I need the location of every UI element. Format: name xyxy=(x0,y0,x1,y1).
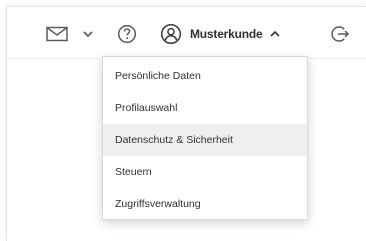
menu-item-profilauswahl[interactable]: Profilauswahl xyxy=(103,92,307,124)
logout-button[interactable] xyxy=(330,24,350,44)
menu-item-label: Zugriffsverwaltung xyxy=(115,198,201,210)
chevron-up-icon xyxy=(269,30,281,38)
mail-menu-toggle[interactable] xyxy=(82,27,94,41)
user-circle-icon xyxy=(160,23,182,45)
menu-item-label: Datenschutz & Sicherheit xyxy=(115,134,233,146)
top-navigation-bar: Musterkunde xyxy=(0,0,366,58)
menu-item-steuern[interactable]: Steuern xyxy=(103,156,307,188)
menu-item-persoenliche-daten[interactable]: Persönliche Daten xyxy=(103,60,307,92)
question-circle-icon xyxy=(117,24,137,44)
envelope-icon xyxy=(46,26,68,42)
help-button[interactable] xyxy=(117,24,137,44)
menu-item-label: Profilauswahl xyxy=(115,102,178,114)
menu-item-zugriffsverwaltung[interactable]: Zugriffsverwaltung xyxy=(103,188,307,220)
account-dropdown-menu: Persönliche Daten Profilauswahl Datensch… xyxy=(102,56,308,220)
account-name: Musterkunde xyxy=(190,27,263,41)
mail-button[interactable] xyxy=(46,25,68,43)
menu-item-datenschutz-sicherheit[interactable]: Datenschutz & Sicherheit xyxy=(103,124,307,156)
menu-item-label: Steuern xyxy=(115,166,152,178)
logout-icon xyxy=(330,24,350,44)
account-menu-button[interactable]: Musterkunde xyxy=(160,23,281,45)
menu-item-label: Persönliche Daten xyxy=(115,70,201,82)
chevron-down-icon xyxy=(82,30,94,38)
